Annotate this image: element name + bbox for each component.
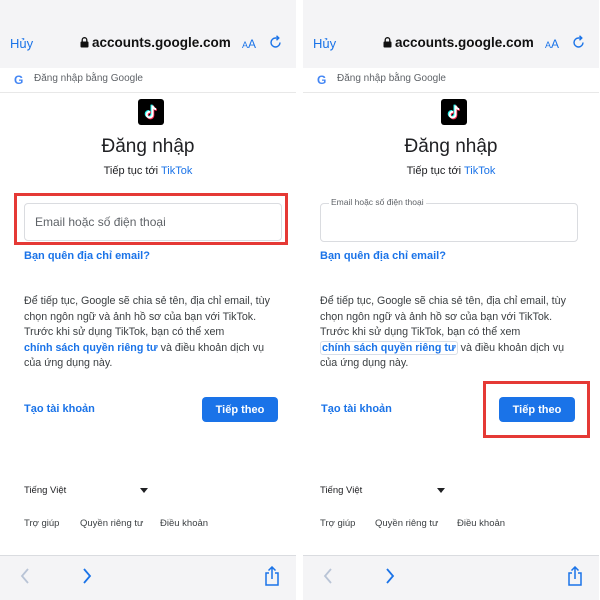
share-icon[interactable] xyxy=(264,565,280,591)
dropdown-arrow-icon[interactable] xyxy=(437,488,445,493)
chevron-left-icon[interactable] xyxy=(20,568,30,589)
url-text: accounts.google.com xyxy=(395,35,534,50)
url-text: accounts.google.com xyxy=(92,35,231,50)
reload-icon[interactable] xyxy=(572,35,585,54)
language-select[interactable]: Tiếng Việt xyxy=(320,485,362,496)
highlight-box xyxy=(483,381,590,438)
page-subtitle: Tiếp tục tới TikTok xyxy=(103,165,193,177)
disclosure-text: Để tiếp tục, Google sẽ chia sẻ tên, địa … xyxy=(320,295,566,369)
address-bar[interactable]: accounts.google.com xyxy=(383,35,534,51)
dropdown-arrow-icon[interactable] xyxy=(140,488,148,493)
reload-icon[interactable] xyxy=(269,35,282,54)
share-icon[interactable] xyxy=(567,565,583,591)
browser-bottom-bar xyxy=(0,555,296,600)
chevron-right-icon[interactable] xyxy=(385,568,395,589)
email-field[interactable]: Email hoặc số điện thoại xyxy=(320,197,578,242)
next-button[interactable]: Tiếp theo xyxy=(202,397,278,422)
panel-divider xyxy=(296,0,303,600)
address-bar[interactable]: accounts.google.com xyxy=(80,35,231,51)
disclosure-text: Để tiếp tục, Google sẽ chia sẻ tên, địa … xyxy=(24,295,270,369)
footer-terms-link[interactable]: Điều khoản xyxy=(160,518,208,529)
google-logo: G xyxy=(317,73,327,87)
email-field-label: Email hoặc số điện thoại xyxy=(329,197,426,207)
chevron-left-icon[interactable] xyxy=(323,568,333,589)
page-title: Đăng nhập xyxy=(101,136,195,157)
cancel-button[interactable]: Hủy xyxy=(10,36,33,51)
browser-bottom-bar xyxy=(303,555,599,600)
screenshot-panel-right: Hủy accounts.google.com AA G Đăng nhập b… xyxy=(303,0,599,600)
google-signin-text: Đăng nhập bằng Google xyxy=(337,73,446,84)
screenshot-panel-left: Hủy accounts.google.com AA G Đăng nhập b… xyxy=(0,0,296,600)
app-name-link[interactable]: TikTok xyxy=(464,165,495,177)
footer-privacy-link[interactable]: Quyền riêng tư xyxy=(375,518,438,529)
app-name-link[interactable]: TikTok xyxy=(161,165,192,177)
privacy-policy-link[interactable]: chính sách quyền riêng tư xyxy=(24,342,158,354)
privacy-policy-link[interactable]: chính sách quyền riêng tư xyxy=(320,340,458,355)
tiktok-icon xyxy=(138,99,164,125)
chevron-right-icon[interactable] xyxy=(82,568,92,589)
footer-help-link[interactable]: Trợ giúp xyxy=(24,518,59,529)
page-subtitle: Tiếp tục tới TikTok xyxy=(406,165,496,177)
footer-terms-link[interactable]: Điều khoản xyxy=(457,518,505,529)
cancel-button[interactable]: Hủy xyxy=(313,36,336,51)
google-signin-text: Đăng nhập bằng Google xyxy=(34,73,143,84)
highlight-box xyxy=(14,193,288,245)
google-logo: G xyxy=(14,73,24,87)
forgot-email-link[interactable]: Bạn quên địa chỉ email? xyxy=(320,250,446,262)
create-account-link[interactable]: Tạo tài khoản xyxy=(321,403,392,415)
forgot-email-link[interactable]: Bạn quên địa chỉ email? xyxy=(24,250,150,262)
language-select[interactable]: Tiếng Việt xyxy=(24,485,66,496)
create-account-link[interactable]: Tạo tài khoản xyxy=(24,403,95,415)
page-title: Đăng nhập xyxy=(404,136,498,157)
lock-icon xyxy=(383,36,392,51)
text-size-button[interactable]: AA xyxy=(545,37,559,51)
footer-privacy-link[interactable]: Quyền riêng tư xyxy=(80,518,143,529)
tiktok-icon xyxy=(441,99,467,125)
lock-icon xyxy=(80,36,89,51)
footer-help-link[interactable]: Trợ giúp xyxy=(320,518,355,529)
text-size-button[interactable]: AA xyxy=(242,37,256,51)
